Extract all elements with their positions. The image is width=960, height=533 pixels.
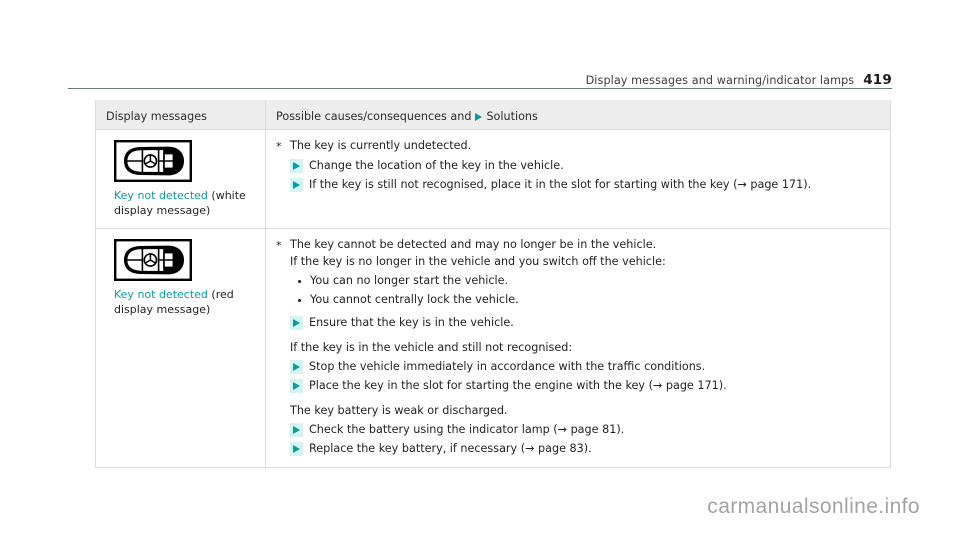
key-fob-icon xyxy=(114,140,192,182)
solution-text: Replace the key battery, if necessary (→… xyxy=(309,442,592,455)
table-row: Key not detected (white display message)… xyxy=(96,130,890,229)
message-name: Key not detected xyxy=(114,288,208,301)
table-header-cell-left: Display messages xyxy=(96,100,266,129)
message-caption: Key not detected (white display message) xyxy=(114,188,255,218)
bullet-icon xyxy=(298,299,301,302)
site-watermark: carmanualsonline.info xyxy=(707,495,920,518)
solution-item: Check the battery using the indicator la… xyxy=(290,422,880,438)
solution-item: Place the key in the slot for starting t… xyxy=(290,378,880,394)
solution-text: Ensure that the key is in the vehicle. xyxy=(309,316,514,329)
solution-triangle-icon xyxy=(290,178,303,192)
row-message-cell: Key not detected (red display message) xyxy=(96,229,266,467)
row-causes-cell: * The key cannot be detected and may no … xyxy=(266,229,890,467)
solution-triangle-icon xyxy=(475,112,483,121)
solution-triangle-icon xyxy=(290,159,303,173)
bullet-icon xyxy=(298,280,301,283)
row-message-cell: Key not detected (white display message) xyxy=(96,130,266,228)
solution-item: Change the location of the key in the ve… xyxy=(290,158,880,174)
solution-triangle-icon xyxy=(290,360,303,374)
running-header-title: Display messages and warning/indicator l… xyxy=(585,74,855,87)
table-header-row: Display messages Possible causes/consequ… xyxy=(96,100,890,130)
solution-item: Ensure that the key is in the vehicle. xyxy=(290,315,880,331)
table-row: Key not detected (red display message) *… xyxy=(96,229,890,468)
condition-line: If the key is no longer in the vehicle a… xyxy=(290,255,666,268)
page-number: 419 xyxy=(863,72,892,88)
column-header-solutions-text: Solutions xyxy=(486,110,538,123)
solution-item: Replace the key battery, if necessary (→… xyxy=(290,441,880,457)
solution-triangle-icon xyxy=(290,423,303,437)
cause-marker: * xyxy=(276,140,282,153)
column-header-display-messages: Display messages xyxy=(106,110,207,123)
running-header: Display messages and warning/indicator l… xyxy=(586,72,892,88)
solution-text: Place the key in the slot for starting t… xyxy=(309,379,727,392)
list-item: You cannot centrally lock the vehicle. xyxy=(298,292,880,308)
key-fob-icon xyxy=(114,239,192,281)
cause-item: * The key cannot be detected and may no … xyxy=(276,237,880,254)
list-item: You can no longer start the vehicle. xyxy=(298,273,880,289)
cause-marker: * xyxy=(276,239,282,252)
solution-text: If the key is still not recognised, plac… xyxy=(309,178,812,191)
solution-item: If the key is still not recognised, plac… xyxy=(290,177,880,193)
list-item-text: You can no longer start the vehicle. xyxy=(310,274,509,287)
solution-text: Stop the vehicle immediately in accordan… xyxy=(309,360,706,373)
message-name: Key not detected xyxy=(114,189,208,202)
solution-item: Stop the vehicle immediately in accordan… xyxy=(290,359,880,375)
cause-text: The key cannot be detected and may no lo… xyxy=(290,238,657,251)
header-rule xyxy=(68,88,892,89)
solution-text: Check the battery using the indicator la… xyxy=(309,423,625,436)
cause-text: The key is currently undetected. xyxy=(290,139,472,152)
condition-line: If the key is in the vehicle and still n… xyxy=(290,341,573,354)
cause-item: * The key is currently undetected. xyxy=(276,138,880,155)
column-header-causes-text: Possible causes/consequences and xyxy=(276,110,472,123)
row-causes-cell: * The key is currently undetected. Chang… xyxy=(266,130,890,228)
solution-triangle-icon xyxy=(290,442,303,456)
table-header-cell-right: Possible causes/consequences and Solutio… xyxy=(266,100,890,129)
solution-text: Change the location of the key in the ve… xyxy=(309,159,564,172)
display-messages-table: Display messages Possible causes/consequ… xyxy=(95,100,891,468)
list-item-text: You cannot centrally lock the vehicle. xyxy=(310,293,519,306)
message-caption: Key not detected (red display message) xyxy=(114,287,255,317)
solution-triangle-icon xyxy=(290,379,303,393)
solution-triangle-icon xyxy=(290,316,303,330)
condition-line: The key battery is weak or discharged. xyxy=(290,404,508,417)
column-header-causes-solutions: Possible causes/consequences and Solutio… xyxy=(276,110,538,123)
